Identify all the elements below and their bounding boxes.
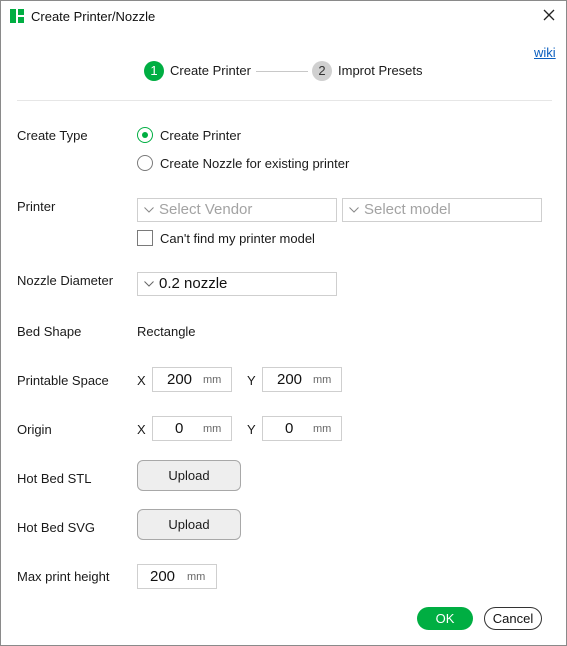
header-divider bbox=[17, 100, 552, 101]
printable-space-x-unit: mm bbox=[203, 374, 222, 386]
model-select-placeholder: Select model bbox=[364, 201, 451, 218]
hot-bed-stl-upload-button[interactable]: Upload bbox=[137, 460, 241, 491]
radio-create-printer-label[interactable]: Create Printer bbox=[160, 128, 241, 143]
origin-x-unit: mm bbox=[203, 423, 222, 435]
origin-x-input[interactable]: 0 mm bbox=[152, 416, 232, 441]
nozzle-diameter-value: 0.2 nozzle bbox=[159, 275, 228, 292]
max-print-height-value: 200 bbox=[150, 568, 176, 585]
wiki-link[interactable]: wiki bbox=[534, 45, 556, 60]
step-1-label: Create Printer bbox=[170, 63, 251, 78]
origin-x-value: 0 bbox=[175, 420, 184, 437]
printable-space-x-value: 200 bbox=[167, 371, 193, 388]
origin-y-input[interactable]: 0 mm bbox=[262, 416, 342, 441]
cant-find-printer-checkbox[interactable] bbox=[137, 230, 153, 246]
step-2-number: 2 bbox=[312, 61, 332, 81]
printable-space-x-label: X bbox=[137, 373, 146, 388]
radio-create-nozzle[interactable] bbox=[137, 155, 153, 171]
cant-find-printer-label[interactable]: Can't find my printer model bbox=[160, 231, 315, 246]
step-2-label: Improt Presets bbox=[338, 63, 423, 78]
ok-button[interactable]: OK bbox=[417, 607, 473, 630]
hot-bed-svg-upload-button[interactable]: Upload bbox=[137, 509, 241, 540]
vendor-select[interactable]: Select Vendor bbox=[137, 198, 337, 222]
chevron-down-icon bbox=[144, 207, 154, 213]
create-printer-dialog: Create Printer/Nozzle wiki 1 Create Prin… bbox=[0, 0, 567, 646]
origin-y-unit: mm bbox=[313, 423, 332, 435]
max-print-height-label: Max print height bbox=[17, 569, 110, 584]
chevron-down-icon bbox=[349, 207, 359, 213]
radio-create-printer[interactable] bbox=[137, 127, 153, 143]
create-type-label: Create Type bbox=[17, 128, 88, 143]
vendor-select-placeholder: Select Vendor bbox=[159, 201, 253, 218]
model-select[interactable]: Select model bbox=[342, 198, 542, 222]
printable-space-y-value: 200 bbox=[277, 371, 303, 388]
bed-shape-label: Bed Shape bbox=[17, 324, 82, 339]
bed-shape-value: Rectangle bbox=[137, 324, 196, 339]
close-button[interactable] bbox=[536, 4, 562, 28]
hot-bed-svg-label: Hot Bed SVG bbox=[17, 520, 96, 535]
step-indicator: 1 Create Printer 2 Improt Presets bbox=[1, 61, 566, 83]
cancel-button[interactable]: Cancel bbox=[484, 607, 542, 630]
window-title: Create Printer/Nozzle bbox=[31, 9, 156, 24]
origin-y-label: Y bbox=[247, 422, 256, 437]
nozzle-diameter-select[interactable]: 0.2 nozzle bbox=[137, 272, 337, 296]
step-1-number: 1 bbox=[144, 61, 164, 81]
close-icon bbox=[543, 9, 555, 21]
printer-label: Printer bbox=[17, 199, 56, 214]
bambu-logo-icon bbox=[10, 9, 24, 23]
hot-bed-stl-label: Hot Bed STL bbox=[17, 471, 92, 486]
nozzle-diameter-label: Nozzle Diameter bbox=[17, 273, 114, 288]
printable-space-y-label: Y bbox=[247, 373, 256, 388]
chevron-down-icon bbox=[144, 281, 154, 287]
origin-y-value: 0 bbox=[285, 420, 294, 437]
printable-space-y-unit: mm bbox=[313, 374, 332, 386]
printable-space-label: Printable Space bbox=[17, 373, 109, 388]
printable-space-x-input[interactable]: 200 mm bbox=[152, 367, 232, 392]
printable-space-y-input[interactable]: 200 mm bbox=[262, 367, 342, 392]
origin-x-label: X bbox=[137, 422, 146, 437]
step-connector bbox=[256, 71, 308, 72]
title-bar: Create Printer/Nozzle bbox=[1, 1, 566, 32]
radio-create-nozzle-label[interactable]: Create Nozzle for existing printer bbox=[160, 156, 349, 171]
max-print-height-input[interactable]: 200 mm bbox=[137, 564, 217, 589]
max-print-height-unit: mm bbox=[187, 571, 206, 583]
origin-label: Origin bbox=[17, 422, 52, 437]
